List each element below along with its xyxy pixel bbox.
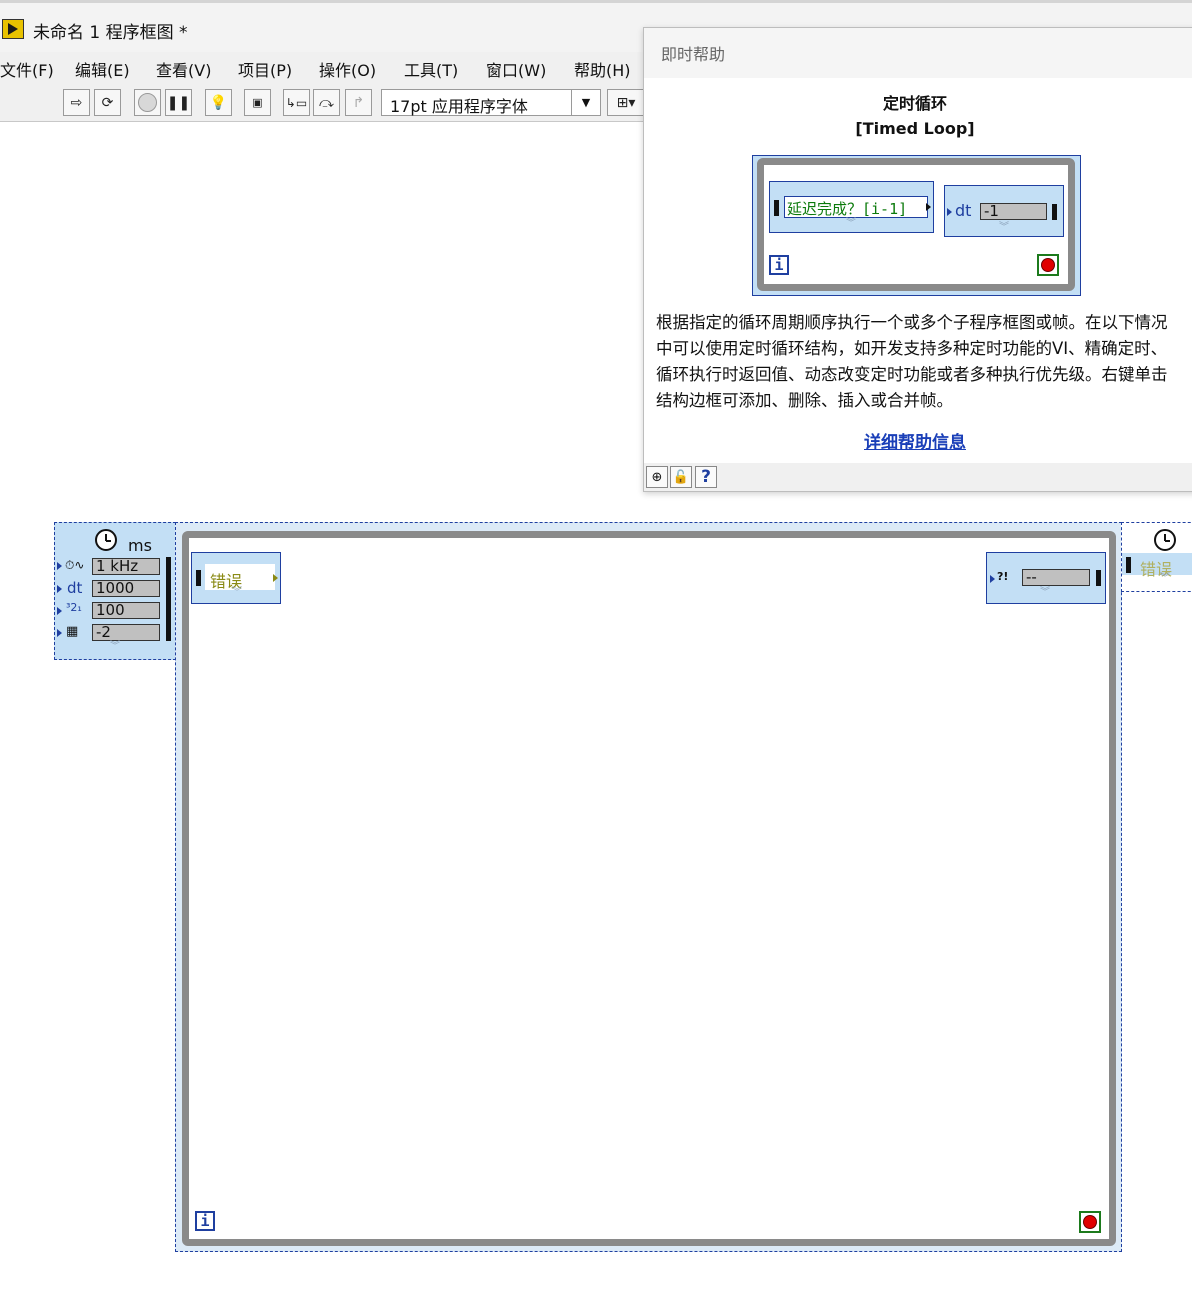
help-heading: 定时循环 [Timed Loop] [644, 91, 1186, 141]
menu-view[interactable]: 查看(V) [156, 57, 211, 81]
run-continuously-icon[interactable]: ⟳ [94, 89, 121, 116]
help-icon[interactable]: ? [695, 466, 717, 488]
abort-icon[interactable] [134, 89, 161, 116]
clock-icon [95, 529, 117, 551]
preview-dt-value: -1 [980, 203, 1047, 220]
chevron-down-icon[interactable]: ︾ [110, 642, 120, 652]
preview-arrow-icon [926, 203, 931, 211]
run-arrow-icon[interactable]: ⇨ [63, 89, 90, 116]
preview-iteration-icon: i [769, 255, 789, 275]
help-window-title: 即时帮助 [661, 45, 726, 64]
step-out-icon[interactable]: ↱ [345, 89, 372, 116]
late-value: -- [1022, 569, 1090, 586]
detailed-help-link[interactable]: 详细帮助信息 [644, 428, 1186, 453]
arrow-icon [273, 574, 278, 582]
help-body: 定时循环 [Timed Loop] 延迟完成？[i-1] ︾ dt -1 ︾ i… [644, 78, 1192, 463]
terminal-bar [1096, 570, 1101, 586]
menu-project[interactable]: 项目(P) [238, 57, 292, 81]
help-heading-cn: 定时循环 [882, 94, 947, 113]
help-footer: ⊕ 🔓 ? [644, 463, 1192, 491]
menu-file[interactable]: 文件(F) [0, 57, 54, 81]
clock-icon [1154, 529, 1176, 551]
step-over-icon[interactable]: ⤼ [313, 89, 340, 116]
menu-help[interactable]: 帮助(H) [574, 57, 631, 81]
left-data-node[interactable]: 错误 ︾ [191, 552, 281, 604]
chevron-down-icon: ︾ [846, 218, 856, 229]
preview-arrow-icon [947, 208, 952, 216]
terminal-bar [774, 200, 779, 216]
chevron-down-icon[interactable]: ▼ [571, 90, 600, 115]
loop-input-node[interactable]: ms ⏱∿ 1 kHz dt 1000 ³2₁ 100 ▦ -2 ︾ [54, 522, 176, 660]
terminal-bar [1052, 204, 1057, 220]
preview-left-node: 延迟完成？[i-1] ︾ [769, 181, 934, 233]
retain-wire-values-icon[interactable]: ▣ [244, 89, 271, 116]
priority-icon: ³2₁ [66, 601, 82, 614]
help-description: 根据指定的循环周期顺序执行一个或多个子程序框图或帧。在以下情况中可以使用定时循环… [656, 313, 1168, 410]
menu-bar: 文件(F) 编辑(E) 查看(V) 项目(P) 操作(O) 工具(T) 窗口(W… [0, 52, 645, 82]
preview-left-node-text: 延迟完成？[i-1] [787, 200, 908, 218]
arrow-icon [57, 607, 62, 615]
iteration-terminal-icon[interactable]: i [195, 1211, 215, 1231]
terminal-bar [196, 570, 201, 586]
preview-dt-label: dt [955, 201, 972, 220]
stop-condition-icon[interactable] [1079, 1211, 1101, 1233]
priority-value[interactable]: 100 [92, 602, 160, 619]
loop-output-node[interactable]: 错误 ︾ [1121, 522, 1192, 592]
lock-icon[interactable]: 🔓 [670, 466, 692, 488]
terminal-bar [166, 557, 171, 641]
arrow-icon [57, 562, 62, 570]
timed-loop-preview: 延迟完成？[i-1] ︾ dt -1 ︾ i [752, 155, 1081, 296]
align-objects-icon[interactable]: ⊞▾ [607, 89, 645, 116]
help-heading-en: [Timed Loop] [855, 119, 975, 138]
chevron-down-icon: ︾ [999, 222, 1009, 233]
arrow-icon [990, 575, 995, 583]
chevron-down-icon[interactable]: ︾ [232, 588, 242, 598]
right-data-node[interactable]: ?! -- ︾ [986, 552, 1106, 604]
pause-icon[interactable]: ❚❚ [165, 89, 192, 116]
menu-window[interactable]: 窗口(W) [486, 57, 546, 81]
unit-label: ms [128, 536, 152, 555]
processor-icon: ▦ [66, 624, 79, 639]
chevron-down-icon[interactable]: ︾ [1160, 574, 1170, 584]
toolbar: ⇨ ⟳ ❚❚ 💡 ▣ ↳▭ ⤼ ↱ 17pt 应用程序字体 ▼ ⊞▾ [0, 82, 645, 122]
font-select[interactable]: 17pt 应用程序字体 ▼ [381, 89, 601, 116]
chevron-down-icon[interactable]: ︾ [1040, 588, 1050, 598]
highlight-execution-icon[interactable]: 💡 [205, 89, 232, 116]
timed-loop-frame[interactable] [182, 531, 1116, 1246]
period-value[interactable]: 1000 [92, 580, 160, 597]
preview-stop-icon [1037, 254, 1059, 276]
context-help-window: 即时帮助 定时循环 [Timed Loop] 延迟完成？[i-1] ︾ dt -… [643, 27, 1192, 492]
processor-value[interactable]: -2 [92, 624, 160, 641]
timed-loop-structure[interactable]: 错误 ︾ ?! -- ︾ i [175, 522, 1122, 1252]
labview-app-icon [2, 19, 24, 39]
source-clock-icon: ⏱∿ [65, 558, 85, 572]
arrow-icon [57, 585, 62, 593]
window-title: 未命名 1 程序框图 * [33, 23, 188, 43]
terminal-bar [1126, 557, 1131, 573]
preview-right-node: dt -1 ︾ [944, 185, 1064, 237]
timing-source-value[interactable]: 1 kHz [92, 558, 160, 575]
step-into-icon[interactable]: ↳▭ [283, 89, 310, 116]
late-flag-icon: ?! [997, 570, 1009, 583]
dt-label: dt [67, 579, 83, 597]
menu-operate[interactable]: 操作(O) [319, 57, 376, 81]
show-optional-terminals-icon[interactable]: ⊕ [646, 466, 668, 488]
menu-tools[interactable]: 工具(T) [404, 57, 458, 81]
menu-edit[interactable]: 编辑(E) [75, 57, 130, 81]
arrow-icon [57, 629, 62, 637]
font-select-value: 17pt 应用程序字体 [390, 97, 528, 116]
